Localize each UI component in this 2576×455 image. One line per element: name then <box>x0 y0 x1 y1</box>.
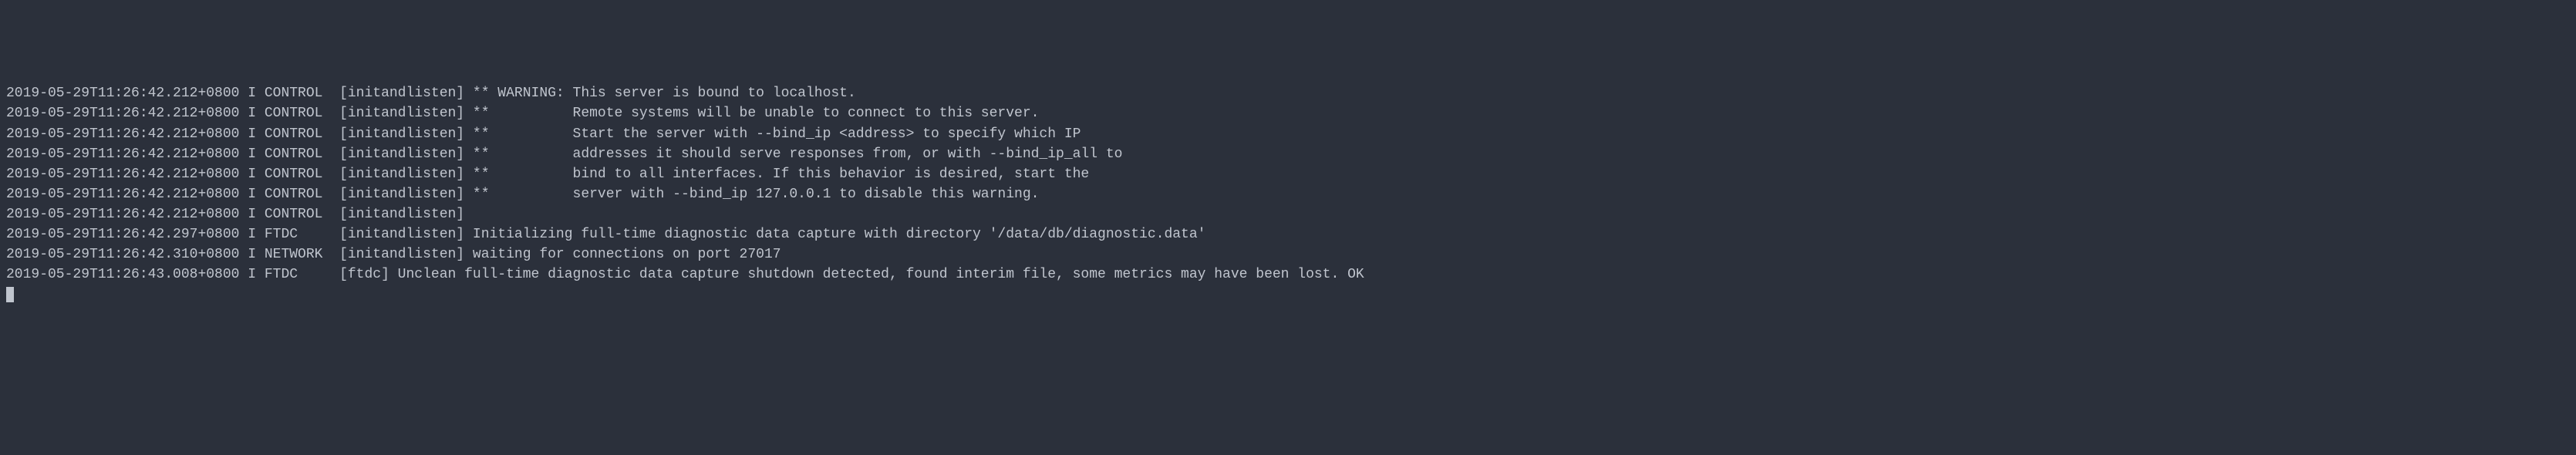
log-line: 2019-05-29T11:26:42.310+0800 I NETWORK [… <box>6 244 2570 265</box>
log-line: 2019-05-29T11:26:43.008+0800 I FTDC [ftd… <box>6 265 2570 285</box>
terminal-cursor <box>6 287 14 302</box>
log-line: 2019-05-29T11:26:42.212+0800 I CONTROL [… <box>6 204 2570 224</box>
terminal-output: 2019-05-29T11:26:42.212+0800 I CONTROL [… <box>6 83 2570 305</box>
log-line: 2019-05-29T11:26:42.212+0800 I CONTROL [… <box>6 164 2570 184</box>
cursor-line <box>6 285 2570 305</box>
log-line: 2019-05-29T11:26:42.212+0800 I CONTROL [… <box>6 184 2570 204</box>
log-line: 2019-05-29T11:26:42.212+0800 I CONTROL [… <box>6 103 2570 123</box>
log-line: 2019-05-29T11:26:42.212+0800 I CONTROL [… <box>6 124 2570 144</box>
log-line: 2019-05-29T11:26:42.212+0800 I CONTROL [… <box>6 144 2570 164</box>
log-line: 2019-05-29T11:26:42.297+0800 I FTDC [ini… <box>6 224 2570 244</box>
log-line: 2019-05-29T11:26:42.212+0800 I CONTROL [… <box>6 83 2570 103</box>
